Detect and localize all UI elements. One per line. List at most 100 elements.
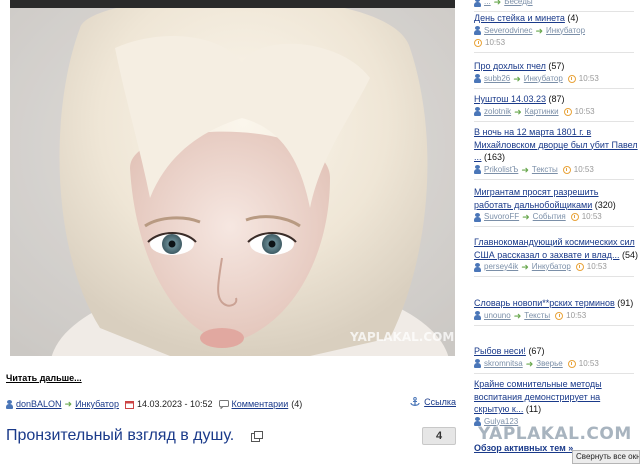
user-icon	[474, 262, 481, 272]
arrow-right-icon: ➜	[514, 106, 522, 117]
divider	[474, 87, 634, 89]
divider	[474, 226, 634, 227]
active-topics-link[interactable]: Обзор активных тем »	[474, 443, 573, 453]
sidebar-item-count: (87)	[548, 94, 565, 104]
sidebar-item: Словарь новопи**рских терминов (91) unou…	[474, 297, 638, 326]
user-icon	[474, 0, 481, 7]
sidebar-hot-topics: ... ➜ Беседы День стейка и минета (4) Se…	[466, 0, 640, 464]
sidebar-item: Нуштош 14.03.23 (87) zolotnik ➜ Картинки 10…	[474, 93, 638, 122]
sidebar-item-time: 10:53	[566, 310, 587, 320]
sidebar-item-section[interactable]: Картинки	[525, 106, 559, 118]
sidebar-item-title[interactable]: Про дохлых пчел	[474, 61, 546, 71]
comments-icon	[218, 399, 229, 409]
sidebar-item-count: (57)	[548, 61, 565, 71]
sidebar-item-time: 10:53	[573, 164, 594, 174]
post-photo: YAPLAKAL.COM	[10, 8, 455, 356]
sidebar-item-section[interactable]: События	[533, 211, 566, 223]
sidebar-item-section[interactable]: Инкубатор	[532, 261, 571, 273]
sidebar-item-count: (91)	[617, 298, 634, 308]
sidebar-item: Про дохлых пчел (57) subb26 ➜ Инкубатор 10:…	[474, 60, 638, 89]
share-link-group[interactable]: Ссылка	[410, 397, 456, 407]
sidebar-item-author[interactable]: SuvoroFF	[484, 211, 519, 223]
arrow-right-icon: ➜	[521, 164, 529, 175]
sidebar-item-section[interactable]: Зверье	[536, 358, 563, 370]
sidebar-item-title[interactable]: Нуштош 14.03.23	[474, 94, 546, 104]
sidebar-item-time: 10:53	[574, 106, 595, 116]
sidebar-item-count: (67)	[528, 346, 545, 356]
clock-icon	[563, 107, 572, 116]
next-post-title[interactable]: Пронзительный взгляд в душу.	[6, 427, 234, 445]
divider	[474, 372, 634, 374]
sidebar-item-count: (4)	[567, 13, 579, 23]
user-icon	[474, 165, 481, 174]
share-link[interactable]: Ссылка	[424, 397, 456, 407]
divider	[474, 276, 634, 277]
user-icon	[474, 74, 481, 83]
sidebar-item-author[interactable]: ...	[484, 0, 491, 8]
sidebar-item-count: (163)	[484, 152, 506, 162]
sidebar-item-time: 10:53	[578, 73, 599, 83]
clock-icon	[570, 213, 579, 221]
user-icon	[474, 212, 481, 222]
read-more-link[interactable]: Читать дальше...	[6, 373, 82, 383]
divider	[474, 120, 634, 122]
previous-image-bottom-edge	[10, 0, 455, 8]
arrow-right-icon: ➜	[64, 398, 73, 409]
post-image[interactable]: YAPLAKAL.COM	[10, 8, 455, 356]
user-icon	[6, 399, 13, 409]
sidebar-item-section[interactable]: Тексты	[532, 164, 558, 176]
arrow-right-icon: ➜	[493, 0, 502, 7]
divider	[474, 324, 634, 326]
user-icon	[474, 359, 481, 368]
open-popup-icon[interactable]	[251, 431, 263, 442]
user-icon	[474, 107, 481, 116]
sidebar-item-author[interactable]: PrikolistЪ	[484, 164, 518, 176]
sidebar-item: В ночь на 12 марта 1801 г. в Михайловско…	[474, 126, 638, 180]
sidebar-item-author[interactable]: unouno	[484, 310, 511, 322]
sidebar-item-title[interactable]: Мигрантам просят разрешить работать даль…	[474, 187, 599, 210]
user-icon	[474, 311, 481, 320]
sidebar-item-title[interactable]: Словарь новопи**рских терминов	[474, 298, 615, 308]
next-post-comment-count[interactable]: 4	[422, 427, 456, 445]
sidebar-item: День стейка и минета (4) Severodvinec ➜ Ин…	[474, 12, 638, 53]
clock-icon	[575, 263, 584, 271]
collapse-all-windows-button[interactable]: Свернуть все окна	[572, 450, 640, 464]
post-date: 14.03.2023 - 10:52	[136, 399, 213, 409]
sidebar-item-section[interactable]: Инкубатор	[546, 25, 585, 37]
comments-link[interactable]: Комментарии	[232, 399, 289, 409]
post-section-link[interactable]: Инкубатор	[75, 399, 119, 409]
anchor-icon	[410, 397, 420, 406]
arrow-right-icon: ➜	[525, 358, 534, 369]
sidebar-item-author[interactable]: zolotnik	[484, 106, 511, 118]
sidebar-item-title[interactable]: Рыбов неси!	[474, 346, 526, 356]
clock-icon	[555, 311, 564, 320]
sidebar-item-time: 10:53	[586, 262, 607, 271]
sidebar-item-section[interactable]: Тексты	[524, 310, 550, 322]
clock-icon	[474, 38, 482, 47]
sidebar-item-title[interactable]: Главнокомандующий космических сил США ра…	[474, 237, 635, 260]
sidebar-item-section[interactable]: Инкубатор	[524, 73, 563, 85]
clock-icon	[567, 359, 576, 368]
site-watermark: YAPLAKAL.COM	[478, 424, 632, 444]
divider	[474, 178, 634, 180]
sidebar-item-author[interactable]: persey4ik	[484, 261, 518, 273]
arrow-right-icon: ➜	[513, 73, 521, 84]
arrow-right-icon: ➜	[535, 25, 544, 36]
arrow-right-icon: ➜	[522, 212, 530, 222]
post-author-link[interactable]: donBALON	[16, 399, 62, 409]
sidebar-item-time: 10:53	[581, 212, 602, 221]
sidebar-item-author[interactable]: subb26	[484, 73, 510, 85]
sidebar-item-section[interactable]: Беседы	[504, 0, 532, 8]
sidebar-item-title[interactable]: День стейка и минета	[474, 13, 565, 23]
sidebar-item-time: 10:53	[485, 37, 506, 47]
photo-watermark: YAPLAKAL.COM	[349, 330, 454, 344]
sidebar-item-author[interactable]: Severodvinec	[484, 25, 532, 37]
main-content: YAPLAKAL.COM Читать дальше... donBALON ➜…	[0, 0, 466, 464]
sidebar-item: Мигрантам просят разрешить работать даль…	[474, 186, 638, 227]
clock-icon	[562, 165, 571, 174]
sidebar-item-time: 10:53	[578, 358, 599, 368]
arrow-right-icon: ➜	[513, 310, 522, 321]
sidebar-item-partial: ... ➜ Беседы	[474, 0, 638, 12]
comments-count: (4)	[291, 399, 303, 409]
sidebar-item-author[interactable]: skromnitsa	[484, 358, 523, 370]
